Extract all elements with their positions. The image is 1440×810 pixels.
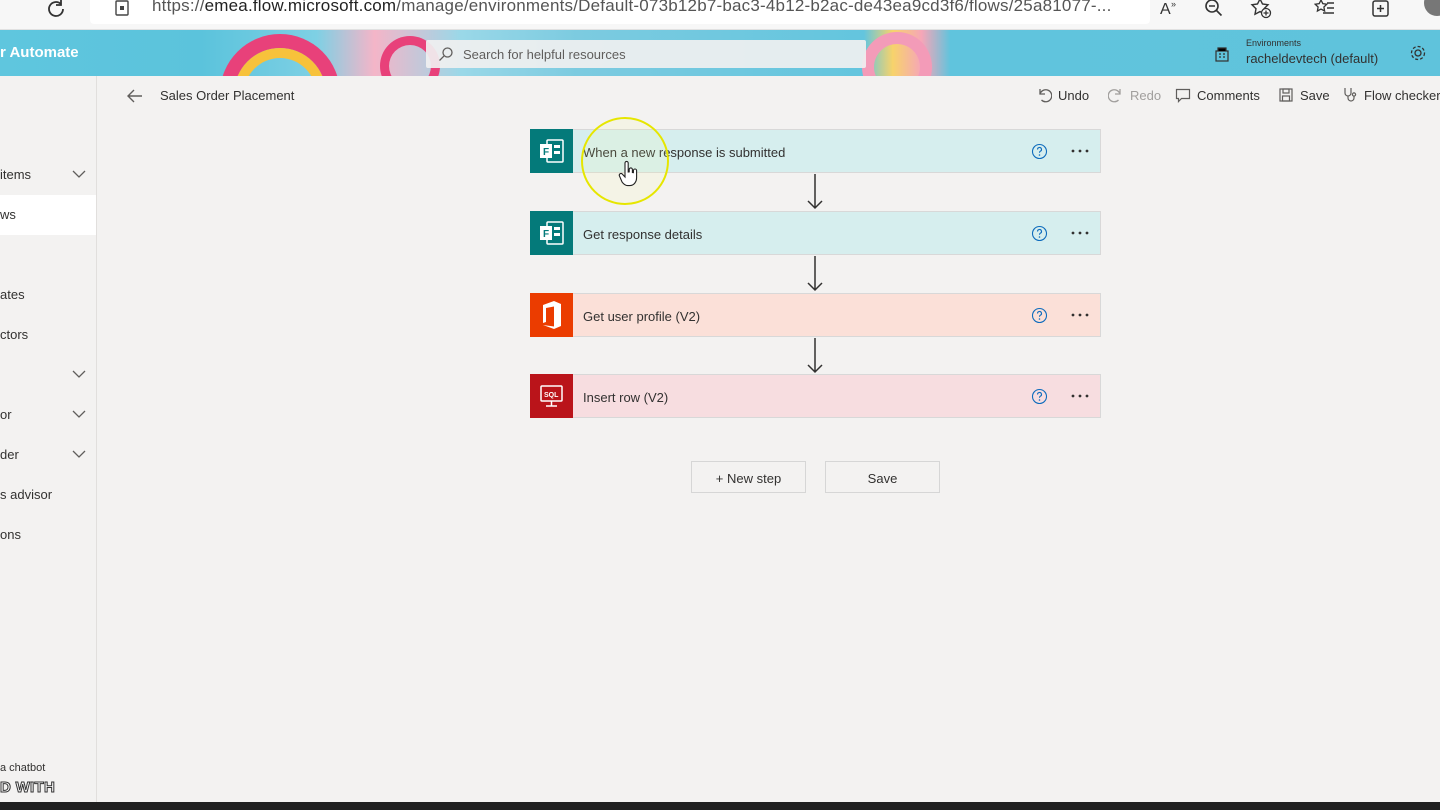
url-path: /manage/environments/Default-073b12b7-ba…	[396, 0, 1112, 15]
chevron-down-icon	[72, 370, 86, 378]
flow-checker-label: Flow checker	[1364, 88, 1440, 103]
nav-item-label: ctors	[0, 327, 29, 342]
save-icon	[1279, 88, 1293, 102]
nav-item-label: ates	[0, 287, 25, 302]
step-card-get-user-profile[interactable]: Get user profile (V2)	[530, 293, 1101, 337]
left-navigation: items ws ates ctors or der s advisor ons…	[0, 76, 97, 802]
chevron-down-icon	[72, 410, 86, 418]
step-connector-arrow	[807, 338, 823, 374]
nav-item-templates[interactable]: ates	[0, 275, 96, 315]
chevron-down-icon	[72, 450, 86, 458]
svg-text:»: »	[1171, 0, 1176, 9]
nav-item-action-items[interactable]: items	[0, 155, 96, 195]
refresh-icon[interactable]	[44, 0, 68, 22]
back-arrow-icon[interactable]	[126, 87, 144, 105]
flow-checker-button[interactable]: Flow checker	[1342, 86, 1440, 106]
app-title[interactable]: r Automate	[0, 44, 79, 61]
search-input[interactable]: Search for helpful resources	[426, 40, 866, 68]
profile-avatar[interactable]	[1424, 0, 1440, 16]
more-options-icon[interactable]	[1069, 306, 1091, 324]
more-options-icon[interactable]	[1069, 224, 1091, 242]
svg-text:SQL: SQL	[544, 392, 559, 399]
nav-item-monitor[interactable]: or	[0, 395, 96, 435]
nav-item-my-flows[interactable]: ws	[0, 195, 96, 235]
environment-name[interactable]: racheldevtech (default)	[1246, 51, 1378, 66]
redo-icon	[1108, 89, 1121, 103]
sql-server-icon: SQL	[530, 374, 573, 418]
nav-item-label: items	[0, 167, 32, 182]
undo-label: Undo	[1058, 88, 1090, 103]
step-card-get-response[interactable]: F Get response details	[530, 211, 1101, 255]
comment-icon	[1175, 88, 1191, 103]
search-placeholder: Search for helpful resources	[463, 47, 626, 62]
gear-icon[interactable]	[1409, 44, 1427, 62]
nav-item-connectors[interactable]: ctors	[0, 315, 96, 355]
undo-button[interactable]: Undo	[1036, 86, 1096, 106]
step-title: Get user profile (V2)	[583, 309, 701, 324]
nav-item-solutions[interactable]: ons	[0, 515, 96, 555]
svg-text:F: F	[543, 147, 549, 158]
forms-icon: F	[530, 129, 573, 173]
app-header: r Automate Search for helpful resources …	[0, 30, 1440, 76]
save-command-button[interactable]: Save	[1278, 86, 1334, 106]
read-aloud-icon[interactable]: A»	[1158, 0, 1180, 19]
comments-label: Comments	[1197, 88, 1260, 103]
save-button[interactable]: Save	[825, 461, 940, 493]
nav-footer-overlay-text: D WITH	[0, 779, 56, 797]
svg-text:F: F	[543, 229, 549, 240]
step-title: Insert row (V2)	[583, 390, 669, 405]
os-taskbar	[0, 802, 1440, 810]
step-connector-arrow	[807, 256, 823, 292]
search-icon	[439, 47, 453, 61]
stethoscope-icon	[1344, 88, 1357, 102]
step-connector-arrow	[807, 174, 823, 210]
site-info-icon[interactable]	[114, 0, 130, 16]
favorites-icon[interactable]	[1314, 0, 1336, 19]
flow-name: Sales Order Placement	[160, 88, 295, 103]
nav-item-process-advisor[interactable]: s advisor	[0, 475, 96, 515]
help-icon[interactable]	[1031, 225, 1048, 242]
collections-icon[interactable]	[1370, 0, 1392, 19]
svg-text:A: A	[1160, 1, 1171, 18]
comments-button[interactable]: Comments	[1175, 86, 1265, 106]
browser-toolbar: https://emea.flow.microsoft.com/manage/e…	[0, 0, 1440, 30]
more-options-icon[interactable]	[1069, 142, 1091, 160]
forms-icon: F	[530, 211, 573, 255]
environment-label: Environments	[1246, 38, 1302, 48]
chevron-down-icon	[72, 170, 86, 178]
more-options-icon[interactable]	[1069, 387, 1091, 405]
undo-icon	[1039, 89, 1052, 103]
nav-item-data[interactable]	[0, 355, 96, 395]
nav-item-ai-builder[interactable]: der	[0, 435, 96, 475]
help-icon[interactable]	[1031, 307, 1048, 324]
nav-item-label: ws	[0, 207, 16, 222]
save-command-label: Save	[1300, 88, 1330, 103]
environment-icon[interactable]	[1213, 45, 1231, 63]
new-step-label: + New step	[715, 471, 782, 486]
save-label: Save	[867, 471, 898, 486]
command-bar: Sales Order Placement Undo Redo Comments…	[98, 76, 1440, 116]
office365-icon	[530, 293, 573, 337]
url-prefix: https://	[152, 0, 205, 15]
new-step-button[interactable]: + New step	[691, 461, 806, 493]
step-card-insert-row[interactable]: SQL Insert row (V2)	[530, 374, 1101, 418]
step-title: Get response details	[583, 227, 703, 242]
zoom-icon[interactable]	[1203, 0, 1225, 19]
nav-item-label: s advisor	[0, 487, 53, 502]
help-icon[interactable]	[1031, 388, 1048, 405]
nav-item-label: or	[0, 407, 12, 422]
url-host: emea.flow.microsoft.com	[204, 0, 397, 15]
nav-item-label: ons	[0, 527, 21, 542]
header-flower	[862, 32, 932, 76]
url-text[interactable]: https://emea.flow.microsoft.com/manage/e…	[152, 0, 1112, 16]
nav-footer-chatbot[interactable]: a chatbot	[0, 762, 45, 774]
favorite-add-icon[interactable]	[1250, 0, 1272, 19]
redo-button[interactable]: Redo	[1108, 86, 1168, 106]
hand-pointer-icon	[618, 160, 638, 187]
help-icon[interactable]	[1031, 143, 1048, 160]
nav-item-label: der	[0, 447, 19, 462]
redo-label: Redo	[1130, 88, 1162, 103]
